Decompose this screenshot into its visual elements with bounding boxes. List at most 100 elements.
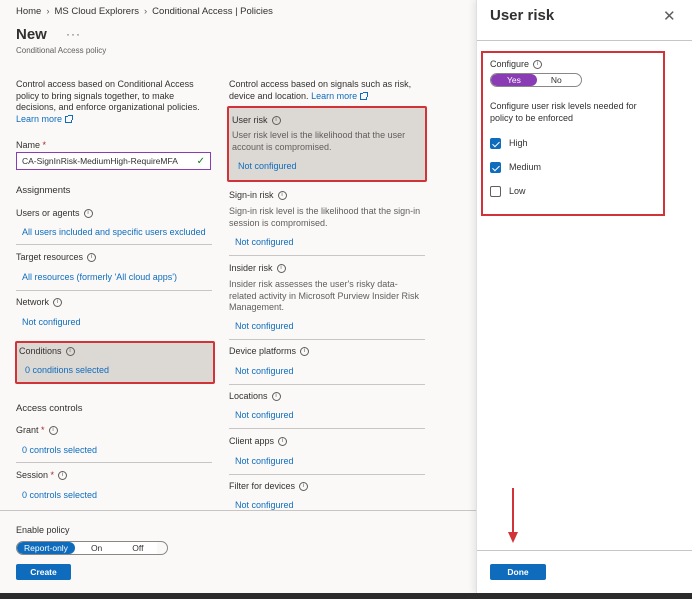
name-label-text: Name <box>16 140 41 150</box>
info-icon[interactable]: i <box>277 191 287 201</box>
footer-divider <box>0 510 476 511</box>
info-icon[interactable]: i <box>58 471 68 481</box>
device-platforms-value-link[interactable]: Not configured <box>235 366 294 376</box>
create-button[interactable]: Create <box>16 564 71 580</box>
checkbox-unchecked-icon[interactable] <box>490 186 501 198</box>
toggle-no[interactable]: No <box>536 74 576 86</box>
info-icon[interactable]: i <box>300 347 310 357</box>
left-learn-more-link[interactable]: Learn more <box>16 114 74 124</box>
info-icon[interactable]: i <box>278 437 288 447</box>
checkbox-high-label: High <box>509 138 528 148</box>
panel-title: User risk <box>490 7 555 24</box>
checkbox-checked-icon[interactable] <box>490 162 501 174</box>
page-subtitle: Conditional Access policy <box>16 46 107 55</box>
toggle-yes[interactable]: Yes <box>491 74 537 86</box>
bottom-edge <box>0 593 692 599</box>
breadcrumb-policies[interactable]: Conditional Access | Policies <box>152 6 273 17</box>
breadcrumb-home[interactable]: Home <box>16 6 41 17</box>
locations-label: Locations i <box>229 391 281 402</box>
divider <box>229 428 425 429</box>
divider <box>16 244 212 245</box>
insider-risk-description: Insider risk assesses the user's risky d… <box>229 279 420 312</box>
user-risk-description: User risk level is the likelihood that t… <box>232 130 406 152</box>
network-value-link[interactable]: Not configured <box>22 317 81 327</box>
checkbox-medium[interactable]: Medium <box>490 162 542 174</box>
info-icon[interactable]: i <box>83 209 93 219</box>
signin-risk-value-link[interactable]: Not configured <box>235 237 294 247</box>
checkbox-high[interactable]: High <box>490 138 528 150</box>
grant-label: Grant * i <box>16 425 58 436</box>
policy-name-value[interactable]: CA-SignInRisk-MediumHigh-RequireMFA <box>22 156 178 166</box>
left-intro: Control access based on Conditional Acce… <box>16 79 216 125</box>
toggle-on[interactable]: On <box>74 542 119 554</box>
checkbox-low[interactable]: Low <box>490 186 526 198</box>
required-mark: * <box>50 470 55 480</box>
divider <box>229 339 425 340</box>
filter-devices-value-link[interactable]: Not configured <box>235 500 294 510</box>
annotation-arrow-icon <box>508 488 518 543</box>
filter-devices-label: Filter for devices i <box>229 481 309 492</box>
left-learn-more-label[interactable]: Learn more <box>16 114 62 124</box>
policy-name-input[interactable]: CA-SignInRisk-MediumHigh-RequireMFA ✓ <box>16 152 211 170</box>
enable-policy-toggle[interactable]: Report-only On Off <box>16 541 168 555</box>
insider-risk-label: Insider risk i <box>229 263 286 274</box>
grant-value-link[interactable]: 0 controls selected <box>22 445 97 455</box>
conditions-value-link[interactable]: 0 conditions selected <box>25 365 109 375</box>
filter-label-text: Filter for devices <box>229 481 296 491</box>
session-label: Session * i <box>16 470 68 481</box>
page-title: New <box>16 26 47 43</box>
divider <box>16 290 212 291</box>
more-options-icon[interactable]: ··· <box>66 27 81 41</box>
session-value-link[interactable]: 0 controls selected <box>22 490 97 500</box>
locations-value-link[interactable]: Not configured <box>235 410 294 420</box>
divider <box>229 255 425 256</box>
network-label-text: Network <box>16 297 50 307</box>
toggle-off[interactable]: Off <box>118 542 158 554</box>
left-intro-text: Control access based on Conditional Acce… <box>16 79 200 112</box>
info-icon[interactable]: i <box>48 426 58 436</box>
signin-risk-label: Sign-in risk i <box>229 190 287 201</box>
info-icon[interactable]: i <box>271 116 281 126</box>
checkbox-checked-icon[interactable] <box>490 138 501 150</box>
device-platforms-label: Device platforms i <box>229 346 310 357</box>
panel-footer-divider <box>477 550 692 551</box>
info-icon[interactable]: i <box>271 392 281 402</box>
required-mark: * <box>41 425 45 435</box>
signin-risk-label-text: Sign-in risk <box>229 190 274 200</box>
signin-risk-description: Sign-in risk level is the likelihood tha… <box>229 206 421 228</box>
breadcrumb-tenant[interactable]: MS Cloud Explorers <box>55 6 139 17</box>
target-label-text: Target resources <box>16 252 84 262</box>
done-button[interactable]: Done <box>490 564 546 580</box>
target-resources-link[interactable]: All resources (formerly 'All cloud apps'… <box>22 272 177 282</box>
checkbox-low-label: Low <box>509 186 526 196</box>
required-mark: * <box>42 140 47 150</box>
info-icon[interactable]: i <box>533 60 543 70</box>
info-icon[interactable]: i <box>87 253 97 263</box>
users-value-link[interactable]: All users included and specific users ex… <box>22 227 206 237</box>
middle-learn-more-label[interactable]: Learn more <box>311 91 357 101</box>
risk-instruction: Configure user risk levels needed for po… <box>490 101 637 123</box>
info-icon[interactable]: i <box>53 298 63 308</box>
locations-label-text: Locations <box>229 391 268 401</box>
middle-learn-more-link[interactable]: Learn more <box>311 91 369 101</box>
info-icon[interactable]: i <box>65 347 75 357</box>
info-icon[interactable]: i <box>276 264 286 274</box>
insider-risk-value-link[interactable]: Not configured <box>235 321 294 331</box>
client-apps-label: Client apps i <box>229 436 288 447</box>
target-resources-label: Target resources i <box>16 252 97 263</box>
network-label: Network i <box>16 297 63 308</box>
conditions-label: Conditions i <box>19 346 75 357</box>
users-label: Users or agents i <box>16 208 93 219</box>
info-icon[interactable]: i <box>299 482 309 492</box>
user-risk-value-link[interactable]: Not configured <box>238 161 297 171</box>
device-label-text: Device platforms <box>229 346 297 356</box>
breadcrumb: Home › MS Cloud Explorers › Conditional Acce… <box>16 6 273 17</box>
breadcrumb-separator: › <box>46 6 50 17</box>
client-apps-value-link[interactable]: Not configured <box>235 456 294 466</box>
external-link-icon <box>65 114 74 123</box>
name-label: Name * <box>16 140 46 150</box>
close-icon[interactable]: ✕ <box>663 7 676 25</box>
checkbox-medium-label: Medium <box>509 162 542 172</box>
toggle-report-only[interactable]: Report-only <box>17 542 75 554</box>
configure-toggle[interactable]: Yes No <box>490 73 582 87</box>
